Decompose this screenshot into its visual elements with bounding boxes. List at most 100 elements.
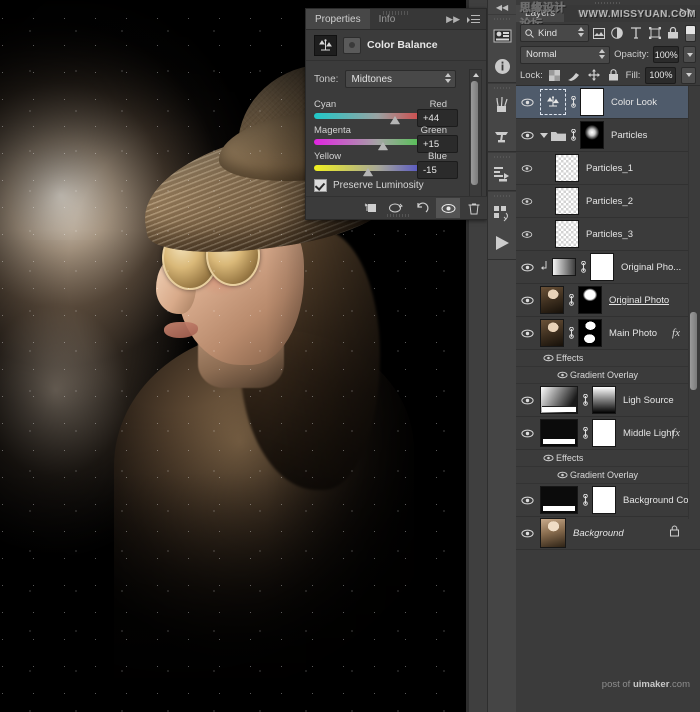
layer-effects-row[interactable]: Effects [516,350,700,367]
layer-thumbnail-dark-light[interactable] [540,419,578,447]
link-mask-icon[interactable] [567,294,575,306]
tab-properties[interactable]: Properties [306,9,370,29]
lock-position-icon[interactable] [587,68,601,83]
layer-row-middle-light[interactable]: Middle Light fx [516,417,700,450]
layer-thumbnails[interactable] [538,187,579,215]
yellow-blue-knob[interactable] [363,168,373,176]
lock-all-icon[interactable] [606,68,620,83]
lock-image-pixels-icon[interactable] [567,68,581,83]
layer-thumbnails[interactable] [538,486,616,514]
expand-dock-icon[interactable]: ◀◀ [488,0,516,14]
layer-thumbnail-transparent[interactable] [555,220,579,248]
layer-mask-thumbnail[interactable] [578,319,602,347]
layer-visibility-icon[interactable] [516,131,538,140]
layer-row-ligh-source[interactable]: Ligh Source [516,384,700,417]
layer-visibility-icon[interactable] [516,197,538,206]
smart-object-layers-icon[interactable] [665,24,683,42]
layer-row-background-color[interactable]: Background Color [516,484,700,517]
layer-effect-gradient-overlay-row[interactable]: Gradient Overlay [516,367,700,384]
layer-thumbnails[interactable] [538,154,579,182]
layer-row-original-photo[interactable]: Original Photo [516,284,700,317]
layer-row-background[interactable]: Background [516,517,700,550]
layer-mask-thumbnail[interactable] [592,419,616,447]
link-mask-icon[interactable] [569,96,577,108]
layer-thumbnail-photo[interactable] [540,518,566,548]
toggle-layer-visibility-icon[interactable] [436,198,460,218]
link-mask-icon[interactable] [567,327,575,339]
fill-stepper[interactable] [681,67,696,84]
clone-source-icon[interactable] [488,120,516,150]
opacity-stepper[interactable] [683,46,696,63]
layer-thumbnails[interactable] [538,253,614,281]
link-mask-icon[interactable] [581,427,589,439]
layer-row-particles-2[interactable]: Particles_2 [516,185,700,218]
link-mask-icon[interactable] [579,261,587,273]
effects-visibility-icon[interactable] [540,354,556,362]
layer-thumbnails[interactable] [538,121,604,149]
layer-visibility-icon[interactable] [516,529,538,538]
group-mask-thumbnail[interactable] [580,121,604,149]
blend-mode-select[interactable]: Normal [520,46,610,64]
layer-thumbnail-light[interactable] [540,386,578,414]
link-mask-icon[interactable] [581,494,589,506]
layer-mask-thumbnail[interactable] [580,88,604,116]
layer-thumbnails[interactable] [538,220,579,248]
layers-collapse-icon[interactable]: ▶▶ [680,6,694,17]
properties-resize-grip[interactable] [387,214,411,217]
layer-thumbnails[interactable] [538,88,604,116]
gradient-map-thumbnail[interactable] [552,258,576,276]
layer-row-original-photo-adjustment[interactable]: Original Pho... [516,251,700,284]
layer-visibility-icon[interactable] [516,263,538,272]
layer-mask-thumbnail[interactable] [590,253,614,281]
layer-row-color-look[interactable]: Color Look [516,86,700,119]
collapse-panel-icon[interactable]: ▶▶ [446,14,460,25]
layer-thumbnail-transparent[interactable] [555,187,579,215]
link-mask-icon[interactable] [581,394,589,406]
layer-visibility-icon[interactable] [516,329,538,338]
layer-row-main-photo[interactable]: Main Photo fx [516,317,700,350]
layer-mask-thumbnail[interactable] [592,386,616,414]
pixel-layers-icon[interactable] [590,24,608,42]
layer-effects-fx-icon[interactable]: fx [672,427,680,439]
layer-mask-thumbnail[interactable] [578,286,602,314]
layer-thumbnails[interactable] [538,419,616,447]
layers-scrollbar[interactable] [688,86,700,519]
layer-visibility-icon[interactable] [516,230,538,239]
lock-transparent-pixels-icon[interactable] [548,68,562,83]
preserve-luminosity-checkbox[interactable] [314,179,327,192]
scroll-up-arrow-icon[interactable] [473,73,479,77]
layer-thumbnail-photo[interactable] [540,319,564,347]
effect-visibility-icon[interactable] [554,471,570,479]
panel-menu-icon[interactable] [467,15,480,24]
layer-thumbnail-dark-light[interactable] [540,486,578,514]
history-brush-source-icon[interactable] [488,21,516,51]
effects-visibility-icon[interactable] [540,454,556,462]
layers-scroll-thumb[interactable] [690,312,697,390]
properties-scrollbar[interactable] [469,69,482,211]
link-mask-icon[interactable] [569,129,577,141]
layer-row-particles-group[interactable]: Particles [516,119,700,152]
layer-mask-thumbnail[interactable] [592,486,616,514]
layer-row-particles-1[interactable]: Particles_1 [516,152,700,185]
layer-visibility-icon[interactable] [516,98,538,107]
opacity-field[interactable]: 100% [653,46,679,63]
reset-adjustment-icon[interactable] [410,198,434,218]
actions-icon[interactable] [488,198,516,228]
clip-to-layer-icon[interactable] [358,198,382,218]
type-layers-icon[interactable] [627,24,645,42]
layer-thumbnails[interactable] [538,518,566,548]
layer-thumbnails[interactable] [538,386,616,414]
layer-filter-kind-select[interactable]: Kind [520,24,589,42]
shape-layers-icon[interactable] [646,24,664,42]
layer-row-particles-3[interactable]: Particles_3 [516,218,700,251]
adjustment-layers-icon[interactable] [609,24,627,42]
layer-effect-gradient-overlay-row[interactable]: Gradient Overlay [516,467,700,484]
group-expand-chevron-icon[interactable] [540,133,548,138]
effect-visibility-icon[interactable] [554,371,570,379]
filter-toggle-switch[interactable] [685,25,696,42]
cyan-red-knob[interactable] [390,116,400,124]
info-icon[interactable] [488,51,516,81]
layer-visibility-icon[interactable] [516,429,538,438]
delete-adjustment-icon[interactable] [462,198,486,218]
layer-thumbnail-photo[interactable] [540,286,564,314]
